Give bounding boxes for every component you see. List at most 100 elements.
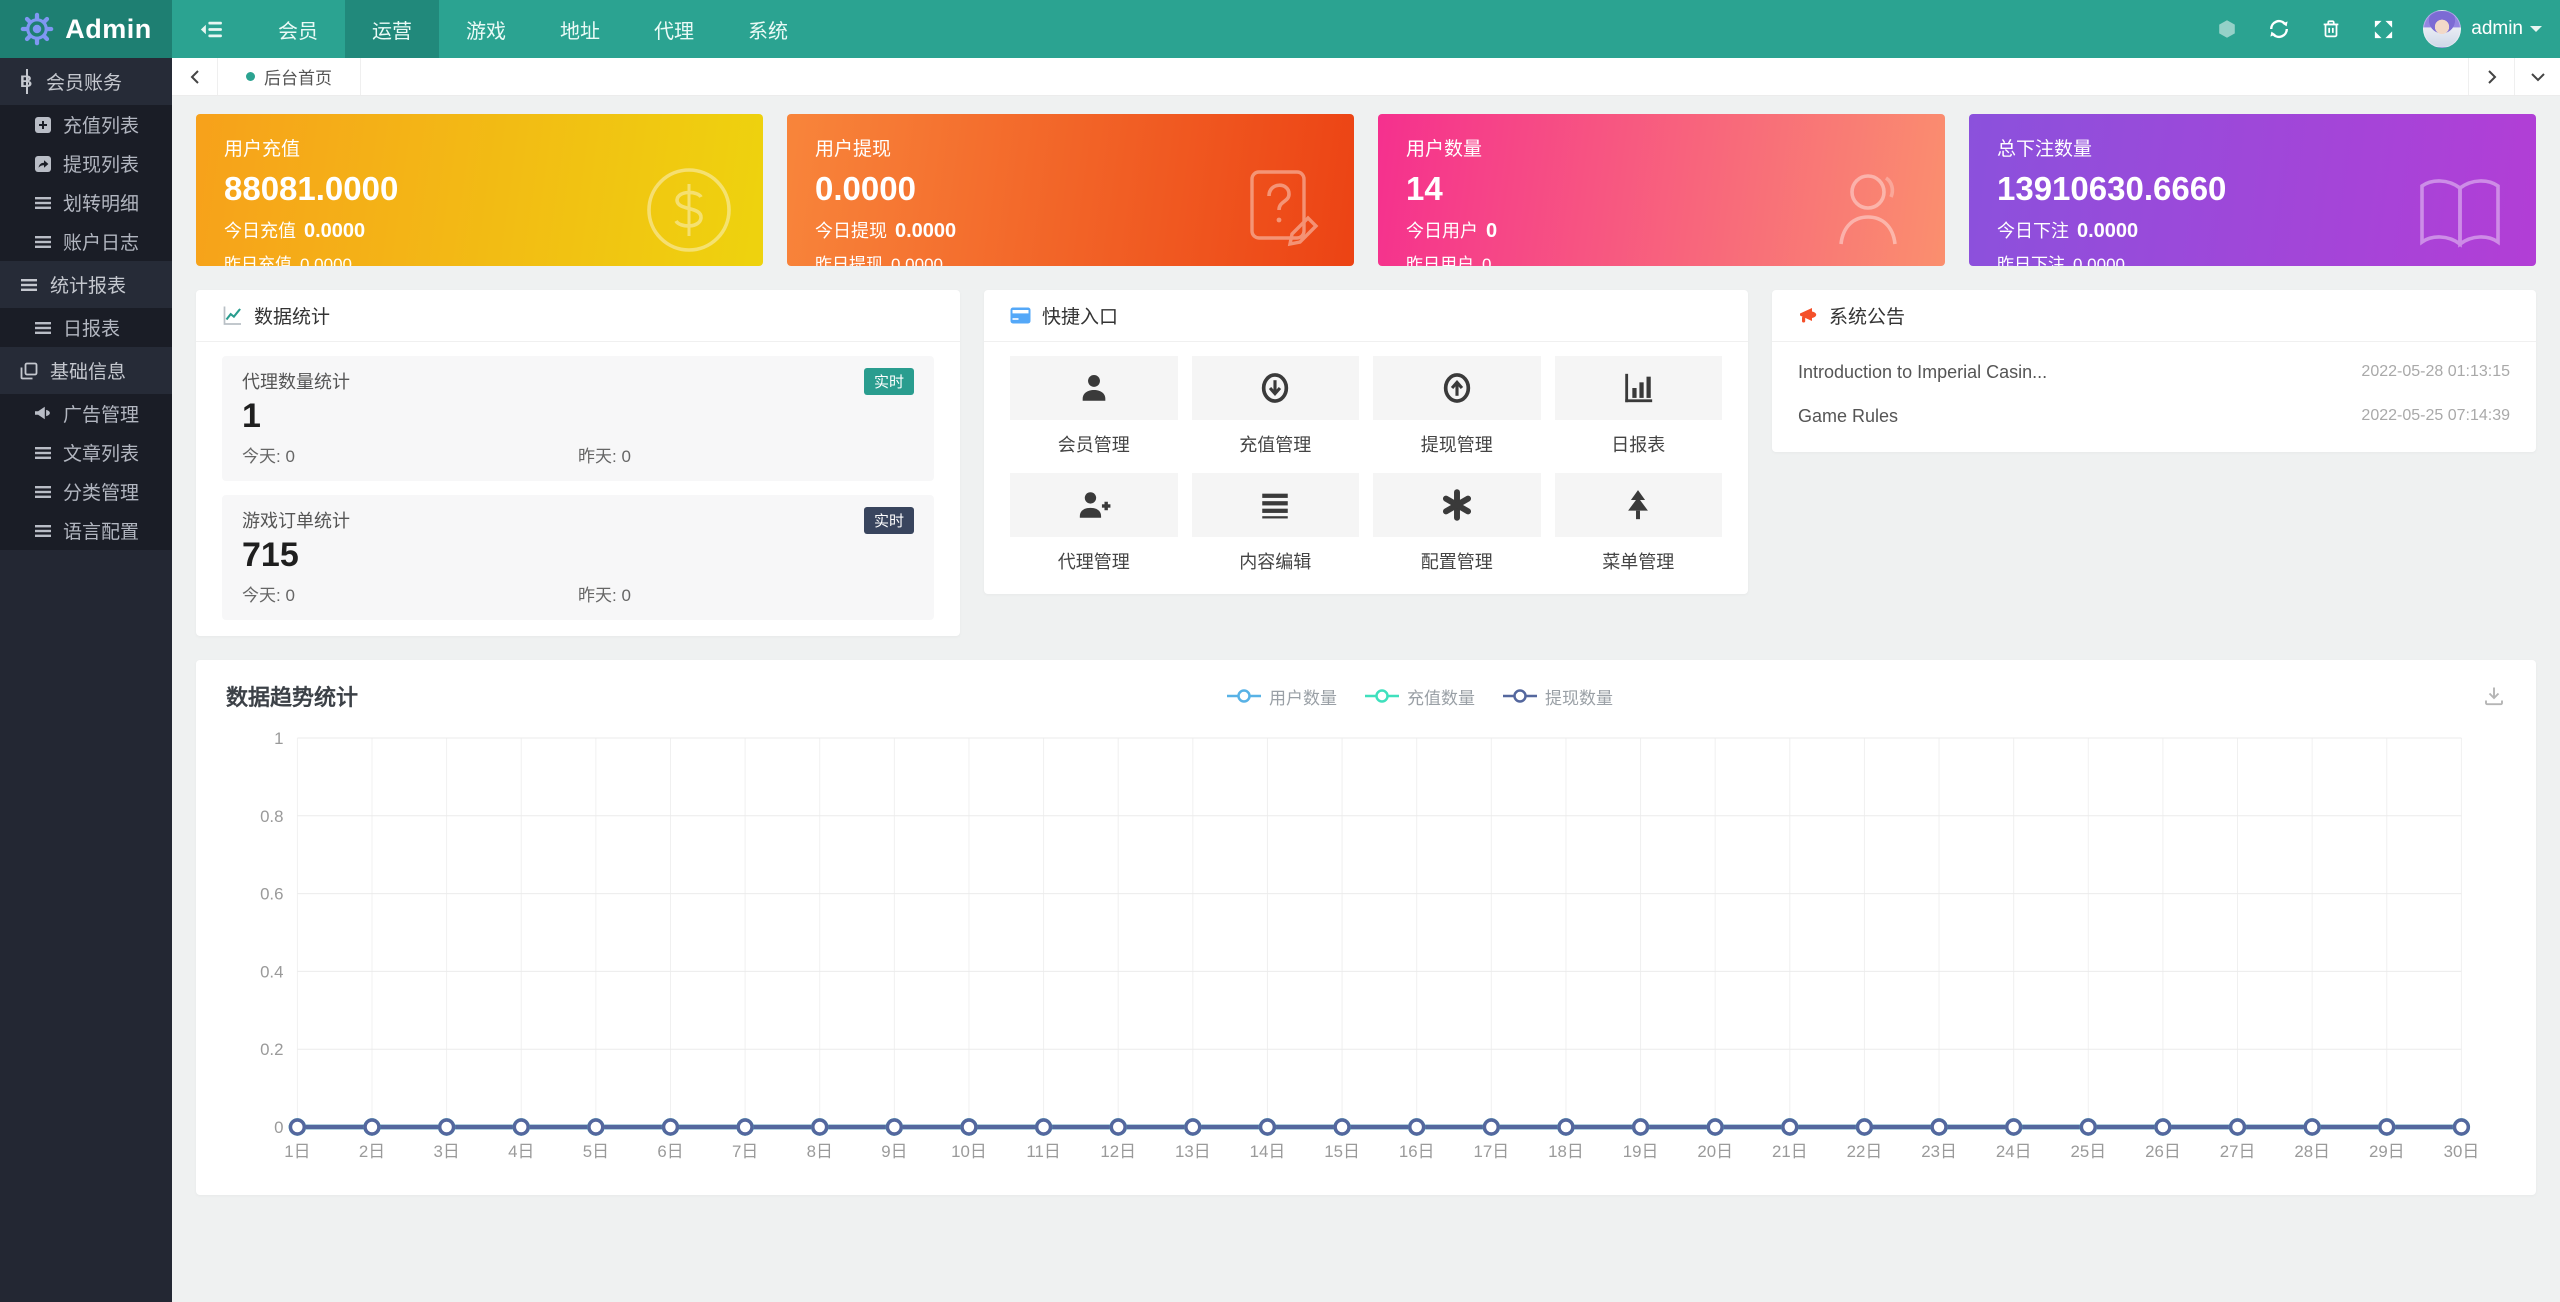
megaphone-icon bbox=[34, 405, 52, 423]
tab-dashboard[interactable]: 后台首页 bbox=[218, 58, 361, 95]
sidebar-item-label: 分类管理 bbox=[63, 478, 139, 505]
data-point bbox=[290, 1120, 304, 1134]
x-tick-label: 4日 bbox=[508, 1142, 534, 1161]
metric-yesterday: 昨天: 0 bbox=[578, 581, 631, 606]
data-point bbox=[589, 1120, 603, 1134]
fullscreen-button[interactable] bbox=[2357, 0, 2409, 58]
sidebar-group-statistics[interactable]: 统计报表 bbox=[0, 261, 172, 308]
x-tick-label: 24日 bbox=[1996, 1142, 2032, 1161]
nav-item-members[interactable]: 会员 bbox=[251, 0, 345, 58]
legend-item[interactable]: 用户数量 bbox=[1227, 684, 1337, 709]
metric-name: 代理数量统计 bbox=[242, 368, 350, 394]
nav-item-agents[interactable]: 代理 bbox=[627, 0, 721, 58]
sidebar-item-language-config[interactable]: 语言配置 bbox=[0, 511, 172, 550]
question-note-icon bbox=[1236, 164, 1326, 256]
sidebar-item-daily-report[interactable]: 日报表 bbox=[0, 308, 172, 347]
sidebar-group-label: 基础信息 bbox=[50, 357, 126, 384]
stat-card-today-label: 今日用户 bbox=[1406, 217, 1478, 243]
y-tick-label: 0.2 bbox=[260, 1040, 283, 1059]
shortcut-agent-management[interactable]: 代理管理 bbox=[1010, 473, 1178, 580]
sidebar-item-category-management[interactable]: 分类管理 bbox=[0, 472, 172, 511]
data-point bbox=[1335, 1120, 1349, 1134]
trash-button[interactable] bbox=[2305, 0, 2357, 58]
data-point bbox=[1261, 1120, 1275, 1134]
x-tick-label: 29日 bbox=[2369, 1142, 2405, 1161]
sidebar-group-basic-info[interactable]: 基础信息 bbox=[0, 347, 172, 394]
refresh-button[interactable] bbox=[2253, 0, 2305, 58]
x-tick-label: 8日 bbox=[807, 1142, 833, 1161]
nav-item-address[interactable]: 地址 bbox=[533, 0, 627, 58]
legend-item[interactable]: 提现数量 bbox=[1503, 684, 1613, 709]
sidebar-item-ad-management[interactable]: 广告管理 bbox=[0, 394, 172, 433]
shortcut-menu-management[interactable]: 菜单管理 bbox=[1555, 473, 1723, 580]
data-point bbox=[514, 1120, 528, 1134]
panel-title: 数据统计 bbox=[254, 302, 330, 329]
chevron-down-icon bbox=[2530, 26, 2542, 38]
announcement-item[interactable]: Game Rules 2022-05-25 07:14:39 bbox=[1798, 394, 2510, 438]
nav-item-games[interactable]: 游戏 bbox=[439, 0, 533, 58]
tabs-scroll-left-button[interactable] bbox=[172, 58, 218, 95]
user-menu[interactable]: admin bbox=[2471, 18, 2542, 40]
sidebar-group-member-accounts[interactable]: B 会员账务 bbox=[0, 58, 172, 105]
shortcut-label: 会员管理 bbox=[1010, 431, 1178, 457]
sidebar-item-recharge-list[interactable]: 充值列表 bbox=[0, 105, 172, 144]
shortcut-label: 菜单管理 bbox=[1555, 548, 1723, 574]
legend-marker-icon bbox=[1365, 689, 1399, 703]
nav-item-operations[interactable]: 运营 bbox=[345, 0, 439, 58]
data-point bbox=[1111, 1120, 1125, 1134]
y-tick-label: 0.8 bbox=[260, 807, 283, 826]
download-icon[interactable] bbox=[2482, 684, 2506, 708]
data-point bbox=[2156, 1120, 2170, 1134]
x-tick-label: 7日 bbox=[732, 1142, 758, 1161]
sidebar-item-withdraw-list[interactable]: 提现列表 bbox=[0, 144, 172, 183]
legend-marker-icon bbox=[1503, 689, 1537, 703]
y-tick-label: 0.6 bbox=[260, 885, 283, 904]
stat-card-yesterday-value: 0 bbox=[1482, 255, 1491, 266]
sidebar-item-transfer-details[interactable]: 划转明细 bbox=[0, 183, 172, 222]
data-point bbox=[2081, 1120, 2095, 1134]
x-tick-label: 25日 bbox=[2071, 1142, 2107, 1161]
dollar-circle-icon bbox=[643, 164, 735, 256]
user-avatar[interactable] bbox=[2423, 10, 2461, 48]
user-icon bbox=[1010, 356, 1178, 420]
stat-card-title: 总下注数量 bbox=[1997, 134, 2508, 161]
x-tick-label: 5日 bbox=[583, 1142, 609, 1161]
stat-card-today-value: 0.0000 bbox=[895, 220, 956, 243]
hexagon-button[interactable] bbox=[2201, 0, 2253, 58]
y-tick-label: 0.4 bbox=[260, 962, 283, 981]
realtime-badge: 实时 bbox=[864, 368, 914, 395]
metric-name: 游戏订单统计 bbox=[242, 507, 350, 533]
shortcut-content-edit[interactable]: 内容编辑 bbox=[1192, 473, 1360, 580]
stat-card-today-label: 今日充值 bbox=[224, 217, 296, 243]
announcement-title: Introduction to Imperial Casin... bbox=[1798, 362, 2047, 383]
data-point bbox=[664, 1120, 678, 1134]
shortcut-recharge-management[interactable]: 充值管理 bbox=[1192, 356, 1360, 463]
tabs-menu-button[interactable] bbox=[2514, 58, 2560, 95]
announcement-item[interactable]: Introduction to Imperial Casin... 2022-0… bbox=[1798, 350, 2510, 394]
legend-label: 用户数量 bbox=[1269, 684, 1337, 709]
data-point bbox=[2007, 1120, 2021, 1134]
data-point bbox=[1559, 1120, 1573, 1134]
data-point bbox=[1186, 1120, 1200, 1134]
shortcut-withdraw-management[interactable]: 提现管理 bbox=[1373, 356, 1541, 463]
menu-fold-icon bbox=[199, 17, 224, 42]
tabs-scroll-right-button[interactable] bbox=[2468, 58, 2514, 95]
x-tick-label: 3日 bbox=[434, 1142, 460, 1161]
legend-label: 充值数量 bbox=[1407, 684, 1475, 709]
sidebar-item-article-list[interactable]: 文章列表 bbox=[0, 433, 172, 472]
shortcut-label: 充值管理 bbox=[1192, 431, 1360, 457]
legend-item[interactable]: 充值数量 bbox=[1365, 684, 1475, 709]
list-icon bbox=[34, 483, 52, 501]
sidebar-item-account-log[interactable]: 账户日志 bbox=[0, 222, 172, 261]
sidebar-item-label: 提现列表 bbox=[63, 150, 139, 177]
x-tick-label: 17日 bbox=[1474, 1142, 1510, 1161]
shortcut-label: 提现管理 bbox=[1373, 431, 1541, 457]
shortcut-daily-report[interactable]: 日报表 bbox=[1555, 356, 1723, 463]
shortcuts-header: 快捷入口 bbox=[984, 290, 1748, 342]
x-tick-label: 26日 bbox=[2145, 1142, 2181, 1161]
nav-item-system[interactable]: 系统 bbox=[721, 0, 815, 58]
shortcut-member-management[interactable]: 会员管理 bbox=[1010, 356, 1178, 463]
shortcut-label: 日报表 bbox=[1555, 431, 1723, 457]
shortcut-config-management[interactable]: 配置管理 bbox=[1373, 473, 1541, 580]
collapse-sidebar-button[interactable] bbox=[172, 0, 251, 58]
